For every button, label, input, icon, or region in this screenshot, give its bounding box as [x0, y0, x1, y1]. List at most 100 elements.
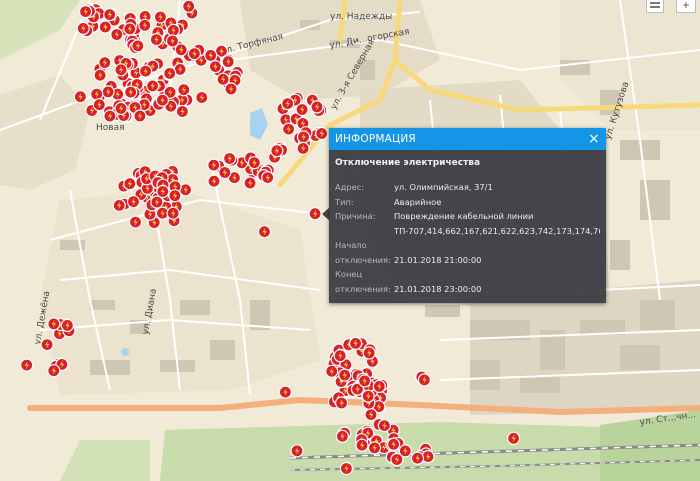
outage-marker[interactable] [358, 374, 372, 388]
outage-marker[interactable] [123, 22, 137, 36]
start-sub-label: отключения: [335, 254, 391, 265]
outage-marker[interactable] [204, 48, 218, 63]
outage-marker[interactable] [223, 151, 237, 166]
end-sub-label: отключения: [335, 283, 391, 294]
outage-marker[interactable] [349, 336, 363, 350]
outage-marker[interactable] [208, 59, 222, 74]
outage-marker[interactable] [155, 93, 169, 107]
outage-marker[interactable] [146, 79, 160, 93]
outage-marker[interactable] [506, 431, 521, 445]
outage-marker[interactable] [131, 39, 145, 53]
outage-marker[interactable] [195, 90, 209, 105]
outage-marker[interactable] [123, 177, 137, 191]
outage-marker[interactable] [338, 368, 352, 382]
outage-marker[interactable] [270, 144, 284, 158]
start-value: 21.01.2018 21:00:00 [394, 254, 482, 265]
outage-marker[interactable] [163, 66, 177, 81]
address-value: ул. Олимпийская, 37/1 [394, 182, 493, 192]
outage-marker[interactable] [361, 389, 375, 403]
outage-marker[interactable] [364, 408, 378, 422]
outage-marker[interactable] [138, 18, 152, 32]
outage-marker[interactable] [335, 396, 349, 410]
outage-marker[interactable] [216, 72, 230, 86]
popup-title: Отключение электричества [335, 158, 481, 168]
info-popup: ИНФОРМАЦИЯ × Отключение электричества Ад… [329, 128, 606, 303]
outage-marker[interactable] [78, 5, 93, 19]
outage-marker[interactable] [128, 215, 143, 229]
outage-marker[interactable] [149, 32, 163, 47]
outage-marker[interactable] [103, 109, 117, 123]
outage-marker[interactable] [362, 346, 376, 360]
outage-marker[interactable] [133, 109, 147, 123]
outage-marker[interactable] [355, 438, 369, 452]
outage-marker[interactable] [387, 437, 401, 451]
outage-marker[interactable] [310, 100, 324, 114]
layers-icon[interactable] [646, 0, 664, 13]
outage-marker[interactable] [398, 444, 412, 458]
outage-marker[interactable] [221, 55, 235, 69]
outage-marker[interactable] [257, 225, 272, 239]
outage-marker[interactable] [207, 174, 221, 188]
outage-marker[interactable] [315, 126, 329, 141]
end-label: Конец [335, 269, 363, 279]
outage-marker[interactable] [175, 104, 189, 119]
outage-marker[interactable] [333, 349, 347, 363]
outage-marker[interactable] [98, 20, 112, 34]
close-icon[interactable]: × [586, 131, 602, 147]
outage-marker[interactable] [150, 195, 164, 209]
start-label: Начало [335, 240, 367, 250]
outage-marker[interactable] [367, 441, 382, 455]
outage-marker[interactable] [114, 63, 128, 77]
outage-marker[interactable] [101, 85, 115, 99]
outage-marker[interactable] [124, 85, 138, 99]
outage-marker[interactable] [110, 27, 124, 42]
outage-marker[interactable] [166, 206, 180, 220]
zoom-in-button[interactable]: + [676, 0, 696, 13]
outage-marker[interactable] [156, 184, 170, 199]
outage-marker[interactable] [98, 55, 112, 70]
outage-marker[interactable] [93, 68, 107, 82]
outage-marker[interactable] [218, 165, 232, 180]
outage-marker[interactable] [410, 451, 425, 465]
outage-marker[interactable] [103, 8, 117, 22]
outage-marker[interactable] [290, 444, 304, 458]
outage-marker[interactable] [281, 96, 295, 111]
outage-marker[interactable] [168, 189, 182, 203]
outage-marker[interactable] [247, 156, 261, 170]
outage-marker[interactable] [295, 102, 309, 117]
outage-marker[interactable] [174, 43, 188, 57]
outage-marker[interactable] [187, 47, 201, 61]
outage-marker[interactable] [261, 171, 275, 185]
outage-marker[interactable] [177, 83, 191, 97]
outage-marker[interactable] [282, 122, 296, 136]
outage-marker[interactable] [76, 21, 90, 35]
substations-value: ТП-707,414,662,167,621,622,623,742,173,1… [394, 225, 600, 236]
outage-marker[interactable] [377, 419, 391, 433]
outage-marker[interactable] [112, 198, 126, 212]
outage-marker[interactable] [224, 82, 238, 96]
outage-marker[interactable] [20, 358, 34, 372]
outage-marker[interactable] [296, 130, 311, 144]
outage-marker[interactable] [335, 429, 349, 443]
outage-marker[interactable] [126, 195, 141, 209]
outage-marker[interactable] [47, 317, 61, 331]
outage-marker[interactable] [47, 364, 61, 378]
outage-marker[interactable] [182, 0, 196, 13]
outage-marker[interactable] [60, 318, 75, 332]
outage-marker[interactable] [372, 379, 386, 393]
outage-marker[interactable] [73, 90, 88, 104]
outage-marker[interactable] [114, 101, 128, 116]
outage-marker[interactable] [296, 141, 310, 155]
outage-marker[interactable] [308, 207, 322, 221]
outage-marker[interactable] [339, 461, 353, 476]
outage-marker[interactable] [325, 364, 339, 378]
outage-marker[interactable] [139, 64, 153, 78]
type-label: Тип: [335, 196, 354, 207]
outage-marker[interactable] [207, 158, 221, 172]
outage-marker[interactable] [153, 10, 167, 24]
outage-marker[interactable] [92, 98, 106, 112]
outage-marker[interactable] [417, 373, 431, 387]
outage-marker[interactable] [278, 385, 292, 399]
outage-marker[interactable] [243, 176, 257, 190]
outage-marker[interactable] [40, 338, 54, 352]
